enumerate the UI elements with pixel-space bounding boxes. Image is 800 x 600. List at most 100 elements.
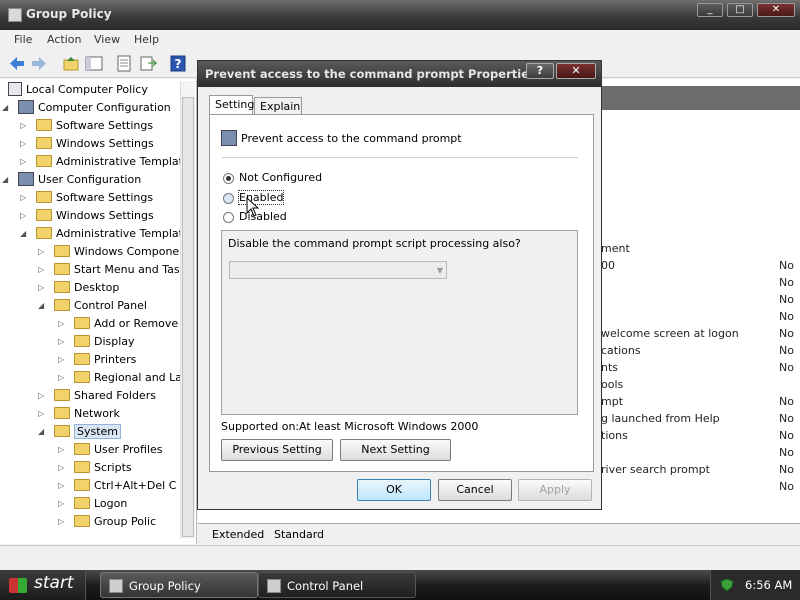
setting-name[interactable]: ment xyxy=(601,242,630,255)
tree-item[interactable]: ▷ Display xyxy=(58,333,135,351)
expand-toggle-icon[interactable]: ▷ xyxy=(58,356,64,364)
menu-file[interactable]: File xyxy=(14,33,32,46)
maximize-button[interactable]: □ xyxy=(727,3,753,17)
expand-toggle-icon[interactable]: ▷ xyxy=(58,446,64,454)
back-arrow-icon[interactable] xyxy=(8,55,26,72)
expand-toggle-icon[interactable]: ◢ xyxy=(20,230,26,238)
expand-toggle-icon[interactable]: ▷ xyxy=(58,338,64,346)
show-hide-tree-icon[interactable] xyxy=(85,55,103,72)
expand-toggle-icon[interactable]: ▷ xyxy=(58,500,64,508)
tree-item[interactable]: ◢ Computer Configuration xyxy=(2,99,171,117)
expand-toggle-icon[interactable]: ▷ xyxy=(20,122,26,130)
title-bar[interactable]: Group Policy _ □ ✕ xyxy=(0,0,800,30)
tree-item[interactable]: ▷ Scripts xyxy=(58,459,132,477)
tree-vertical-scrollbar[interactable] xyxy=(180,81,195,539)
start-button[interactable]: start xyxy=(0,570,86,600)
security-shield-icon[interactable] xyxy=(719,578,735,592)
dialog-close-button[interactable]: ✕ xyxy=(556,63,596,79)
setting-name[interactable]: cations xyxy=(601,344,641,357)
radio-disabled[interactable] xyxy=(223,212,234,223)
tree-item[interactable]: ▷ Group Polic xyxy=(58,513,156,531)
tree-item[interactable]: ▷ Printers xyxy=(58,351,136,369)
setting-state: No xyxy=(779,412,794,425)
tab-extended[interactable]: Extended xyxy=(212,528,264,541)
export-list-icon[interactable] xyxy=(139,55,157,72)
up-folder-icon[interactable] xyxy=(62,55,80,72)
tree-item[interactable]: ◢ System xyxy=(38,423,122,441)
tree-item[interactable]: ▷ Ctrl+Alt+Del C xyxy=(58,477,176,495)
taskbar-control-panel[interactable]: Control Panel xyxy=(258,572,416,598)
taskbar-group-policy[interactable]: Group Policy xyxy=(100,572,258,598)
tree-item[interactable]: ▷ Network xyxy=(38,405,120,423)
dialog-title-bar[interactable]: Prevent access to the command prompt Pro… xyxy=(198,61,601,87)
scroll-thumb[interactable] xyxy=(182,97,194,537)
menu-view[interactable]: View xyxy=(94,33,120,46)
radio-not-configured-label[interactable]: Not Configured xyxy=(239,171,322,184)
radio-not-configured[interactable] xyxy=(223,173,234,184)
setting-name[interactable]: nts xyxy=(601,361,618,374)
setting-name[interactable]: mpt xyxy=(601,395,623,408)
previous-setting-button[interactable]: Previous Setting xyxy=(221,439,333,461)
tree-item[interactable]: ▷ Shared Folders xyxy=(38,387,156,405)
tree-item[interactable]: ▷ Desktop xyxy=(38,279,119,297)
expand-toggle-icon[interactable]: ▷ xyxy=(38,392,44,400)
radio-enabled[interactable] xyxy=(223,193,234,204)
ok-button[interactable]: OK xyxy=(357,479,431,501)
expand-toggle-icon[interactable]: ◢ xyxy=(2,104,8,112)
tab-standard[interactable]: Standard xyxy=(274,528,324,541)
setting-name[interactable]: tions xyxy=(601,429,628,442)
expand-toggle-icon[interactable]: ◢ xyxy=(2,176,8,184)
next-setting-button[interactable]: Next Setting xyxy=(340,439,451,461)
tree-item[interactable]: ▷ Start Menu and Tas xyxy=(38,261,180,279)
expand-toggle-icon[interactable]: ▷ xyxy=(20,158,26,166)
expand-toggle-icon[interactable]: ▷ xyxy=(58,374,64,382)
expand-toggle-icon[interactable]: ▷ xyxy=(58,320,64,328)
tree-pane[interactable]: Local Computer Policy ◢ Computer Configura… xyxy=(0,79,197,544)
tree-item[interactable]: ◢ User Configuration xyxy=(2,171,141,189)
tree-item[interactable]: ▷ Add or Remove xyxy=(58,315,178,333)
setting-name[interactable]: ools xyxy=(601,378,623,391)
clock[interactable]: 6:56 AM xyxy=(745,578,792,592)
tab-explain[interactable]: Explain xyxy=(254,97,302,115)
properties-icon[interactable] xyxy=(115,55,133,72)
expand-toggle-icon[interactable]: ▷ xyxy=(58,518,64,526)
expand-toggle-icon[interactable]: ▷ xyxy=(38,266,44,274)
tree-item[interactable]: ▷ Software Settings xyxy=(20,117,153,135)
expand-toggle-icon[interactable]: ▷ xyxy=(20,212,26,220)
setting-name[interactable]: river search prompt xyxy=(601,463,710,476)
dialog-help-button[interactable]: ? xyxy=(526,63,554,79)
expand-toggle-icon[interactable]: ▷ xyxy=(58,482,64,490)
tree-item[interactable]: ◢ Administrative Templat xyxy=(20,225,183,243)
help-icon[interactable]: ? xyxy=(170,55,188,72)
tree-item[interactable]: ◢ Control Panel xyxy=(38,297,147,315)
setting-name[interactable]: 00 xyxy=(601,259,615,272)
setting-name[interactable]: g launched from Help xyxy=(601,412,720,425)
tree-item[interactable]: ▷ Software Settings xyxy=(20,189,153,207)
apply-button[interactable]: Apply xyxy=(518,479,592,501)
expand-toggle-icon[interactable]: ▷ xyxy=(38,284,44,292)
cancel-button[interactable]: Cancel xyxy=(438,479,512,501)
expand-toggle-icon[interactable]: ◢ xyxy=(38,428,44,436)
tree-item[interactable]: ▷ Windows Settings xyxy=(20,135,154,153)
tree-item[interactable]: ▷ Regional and La xyxy=(58,369,182,387)
minimize-button[interactable]: _ xyxy=(697,3,723,17)
menu-action[interactable]: Action xyxy=(47,33,81,46)
expand-toggle-icon[interactable]: ◢ xyxy=(38,302,44,310)
tree-item[interactable]: ▷ Logon xyxy=(58,495,127,513)
tree-item[interactable]: ▷ User Profiles xyxy=(58,441,163,459)
forward-arrow-icon[interactable] xyxy=(30,55,48,72)
script-processing-combo[interactable]: ▼ xyxy=(229,261,447,279)
expand-toggle-icon[interactable]: ▷ xyxy=(20,140,26,148)
expand-toggle-icon[interactable]: ▷ xyxy=(38,248,44,256)
setting-name[interactable]: welcome screen at logon xyxy=(601,327,739,340)
close-button[interactable]: ✕ xyxy=(757,3,795,17)
tab-setting[interactable]: Setting xyxy=(209,95,254,116)
tree-item[interactable]: ▷ Administrative Templat xyxy=(20,153,183,171)
tree-item[interactable]: Local Computer Policy xyxy=(8,81,148,99)
menu-help[interactable]: Help xyxy=(134,33,159,46)
tree-item[interactable]: ▷ Windows Settings xyxy=(20,207,154,225)
expand-toggle-icon[interactable]: ▷ xyxy=(20,194,26,202)
expand-toggle-icon[interactable]: ▷ xyxy=(38,410,44,418)
tree-item[interactable]: ▷ Windows Compone xyxy=(38,243,179,261)
expand-toggle-icon[interactable]: ▷ xyxy=(58,464,64,472)
